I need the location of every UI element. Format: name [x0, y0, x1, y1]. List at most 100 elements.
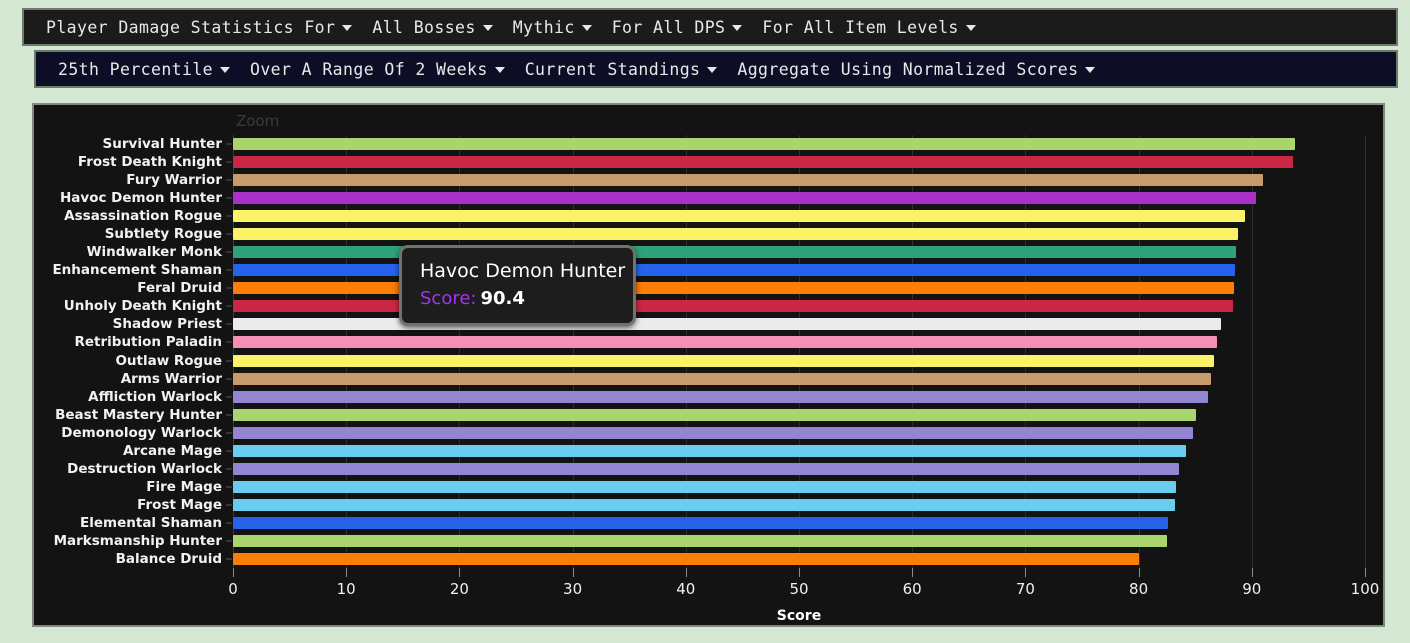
bar[interactable]: [233, 228, 1239, 241]
bar-category-label: Assassination Rogue: [64, 208, 222, 225]
bar-row[interactable]: Retribution Paladin: [74, 333, 1365, 351]
x-axis-tick: [1365, 568, 1366, 577]
bar[interactable]: [233, 516, 1169, 529]
bar-row[interactable]: Frost Mage: [137, 496, 1365, 514]
bar-category-label: Enhancement Shaman: [52, 262, 222, 279]
bar[interactable]: [233, 426, 1193, 439]
menu-item-player-damage-statistics-for[interactable]: Player Damage Statistics For: [36, 14, 362, 41]
menu-item-label: For All Item Levels: [762, 17, 959, 37]
menu-item-label: All Bosses: [372, 17, 476, 37]
y-axis-tick: [226, 378, 232, 380]
plot-area: Survival Hunter Frost Death Knight Fury Wa…: [52, 135, 1366, 568]
bar-row[interactable]: Outlaw Rogue: [115, 352, 1365, 370]
x-axis-tick-label: 0: [228, 580, 238, 598]
menu-item-over-a-range-of-2-weeks[interactable]: Over A Range Of 2 Weeks: [240, 56, 515, 83]
bar-category-label: Frost Death Knight: [77, 154, 222, 171]
x-axis-tick-label: 70: [1015, 580, 1035, 598]
tooltip-metric-label: Score:: [420, 288, 477, 309]
bar[interactable]: [233, 498, 1175, 511]
bar[interactable]: [233, 264, 1235, 277]
x-axis-tick: [685, 568, 687, 577]
primary-menu-bar: Player Damage Statistics For All Bosses …: [22, 8, 1398, 46]
y-axis-tick: [226, 323, 232, 325]
bar[interactable]: [233, 444, 1187, 457]
x-axis-tick-label: 10: [336, 580, 356, 598]
bar[interactable]: [233, 552, 1139, 565]
bar-row[interactable]: Beast Mastery Hunter: [55, 406, 1365, 424]
bar[interactable]: [233, 300, 1233, 313]
menu-item-for-all-item-levels[interactable]: For All Item Levels: [752, 14, 985, 41]
menu-item-mythic[interactable]: Mythic: [503, 14, 602, 41]
y-axis-tick: [226, 522, 232, 524]
bar-row[interactable]: Affliction Warlock: [88, 388, 1365, 406]
bar-row[interactable]: Subtlety Rogue: [105, 225, 1365, 243]
bar[interactable]: [233, 282, 1234, 295]
bar-row[interactable]: Assassination Rogue: [64, 207, 1365, 225]
bar-category-label: Marksmanship Hunter: [53, 532, 222, 549]
bar[interactable]: [233, 192, 1257, 205]
secondary-menu-bar: 25th Percentile Over A Range Of 2 Weeks …: [34, 50, 1398, 88]
menu-item-all-bosses[interactable]: All Bosses: [362, 14, 502, 41]
bar-row[interactable]: Fire Mage: [146, 478, 1365, 496]
bar-row[interactable]: Demonology Warlock: [61, 424, 1365, 442]
bar-rows: Survival Hunter Frost Death Knight Fury Wa…: [52, 135, 1365, 568]
tooltip-title: Havoc Demon Hunter: [420, 260, 626, 282]
bar[interactable]: [233, 480, 1176, 493]
x-axis-tick: [1025, 568, 1027, 577]
bar-row[interactable]: Survival Hunter: [103, 135, 1365, 153]
bar[interactable]: [233, 354, 1215, 367]
x-axis-tick-label: 90: [1242, 580, 1262, 598]
y-axis-tick: [226, 396, 232, 398]
y-axis-tick: [226, 251, 232, 253]
x-axis-tick: [1138, 568, 1140, 577]
bar[interactable]: [233, 372, 1212, 385]
bar-row[interactable]: Havoc Demon Hunter: [60, 189, 1365, 207]
gridline: [1365, 135, 1366, 568]
bar-category-label: Beast Mastery Hunter: [55, 406, 222, 423]
x-axis: 0 10 20 30 40 50 60 70 80 90 100 Score: [228, 568, 1379, 625]
bar[interactable]: [233, 462, 1180, 475]
bar-row[interactable]: Arcane Mage: [123, 442, 1365, 460]
bar[interactable]: [233, 246, 1236, 259]
y-axis-tick: [226, 540, 232, 542]
bar-row[interactable]: Arms Warrior: [121, 370, 1365, 388]
bar[interactable]: [233, 156, 1293, 169]
bar-row[interactable]: Frost Death Knight: [78, 153, 1365, 171]
bar[interactable]: [233, 138, 1295, 151]
menu-item-for-all-dps[interactable]: For All DPS: [602, 14, 753, 41]
menu-item-aggregate-using-normalized-scores[interactable]: Aggregate Using Normalized Scores: [727, 56, 1105, 83]
chart-panel: Zoom Survival Hunter Frost Death Knight Fu…: [32, 103, 1385, 627]
bar[interactable]: [233, 390, 1208, 403]
bar-category-label: Survival Hunter: [102, 136, 222, 153]
x-axis-tick: [799, 568, 800, 577]
bar-row[interactable]: Balance Druid: [116, 550, 1365, 568]
tooltip-metric-row: Score: 90.4: [420, 288, 615, 309]
menu-item-label: Current Standings: [524, 59, 701, 79]
bar-row[interactable]: Marksmanship Hunter: [54, 532, 1365, 550]
x-axis-tick-label: 30: [563, 580, 583, 598]
chevron-down-icon: [342, 25, 353, 31]
chevron-down-icon: [220, 67, 231, 73]
menu-item-25th-percentile[interactable]: 25th Percentile: [48, 56, 240, 83]
y-axis-tick: [226, 341, 232, 343]
y-axis-tick: [226, 215, 232, 217]
bar-row[interactable]: Destruction Warlock: [67, 460, 1365, 478]
chevron-down-icon: [482, 25, 493, 31]
bar[interactable]: [233, 174, 1264, 187]
x-axis-tick-label: 20: [449, 580, 469, 598]
bar-row[interactable]: Fury Warrior: [126, 171, 1365, 189]
y-axis-tick: [226, 305, 232, 307]
bar-row[interactable]: Elemental Shaman: [80, 514, 1365, 532]
bar[interactable]: [233, 408, 1197, 421]
bar[interactable]: [233, 336, 1217, 349]
chevron-down-icon: [1085, 67, 1096, 73]
zoom-control-label[interactable]: Zoom: [236, 112, 279, 130]
menu-item-label: Aggregate Using Normalized Scores: [737, 59, 1079, 79]
bar[interactable]: [233, 318, 1222, 331]
bar-category-label: Windwalker Monk: [86, 244, 222, 261]
bar-category-label: Shadow Priest: [112, 316, 222, 333]
bar-category-label: Subtlety Rogue: [104, 226, 222, 243]
bar[interactable]: [233, 210, 1245, 223]
bar[interactable]: [233, 534, 1167, 547]
menu-item-current-standings[interactable]: Current Standings: [515, 56, 728, 83]
